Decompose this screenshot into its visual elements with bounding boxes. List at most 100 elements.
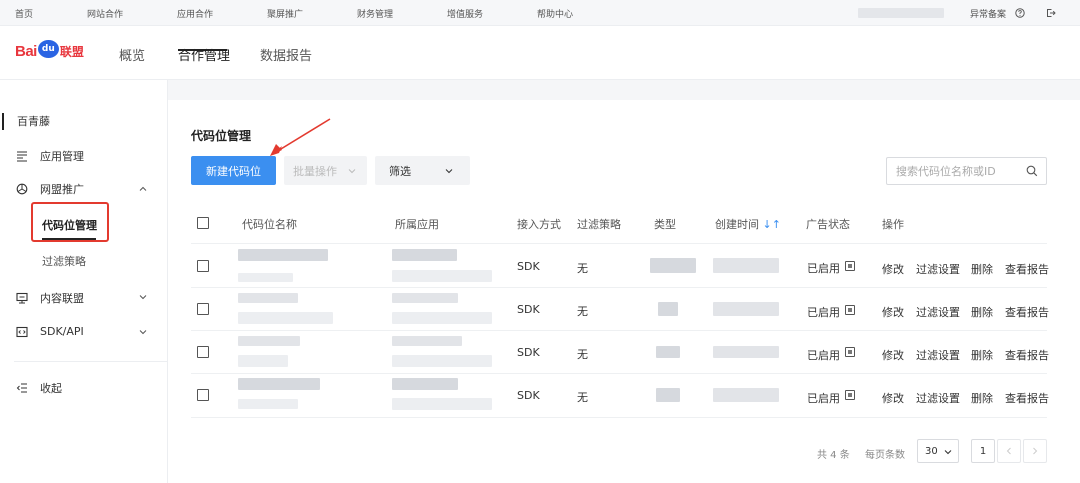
filter-settings-link[interactable]: 过滤设置 [916,347,960,363]
chevron-down-icon [445,169,453,174]
new-adslot-button[interactable]: 新建代码位 [191,156,276,185]
row-checkbox[interactable] [197,260,209,272]
col-header-app: 所属应用 [395,218,439,231]
sidebar-item-app-management[interactable]: 应用管理 [16,148,84,164]
delete-link[interactable]: 删除 [971,390,993,406]
chevron-down-icon [944,450,952,455]
app-id-blurred [392,398,492,410]
top-nav-app[interactable]: 应用合作 [177,7,213,20]
adslot-id-blurred [238,312,333,324]
sidebar-item-content-union[interactable]: 内容联盟 [16,290,84,306]
account-name-blurred[interactable] [858,8,944,18]
status-detail-icon[interactable] [845,390,855,400]
sidebar-subitem-filter-strategy[interactable]: 过滤策略 [42,253,86,269]
filter-settings-link[interactable]: 过滤设置 [916,261,960,277]
sidebar-item-network-promo[interactable]: 网盟推广 [16,181,84,197]
sidebar-item-label: SDK/API [40,325,84,338]
batch-operation-button[interactable]: 批量操作 [284,156,367,185]
row-divider [191,243,1047,244]
app-name-blurred [392,378,458,390]
edit-link[interactable]: 修改 [882,347,904,363]
top-nav-finance[interactable]: 财务管理 [357,7,393,20]
top-nav-valueadded[interactable]: 增值服务 [447,7,483,20]
delete-link[interactable]: 删除 [971,347,993,363]
type-blurred [656,346,680,358]
page-title: 代码位管理 [191,129,252,143]
edit-link[interactable]: 修改 [882,261,904,277]
top-nav-help[interactable]: 帮助中心 [537,7,573,20]
sidebar-collapse-button[interactable]: 收起 [16,380,62,396]
sidebar-item-sdk-api[interactable]: SDK/API [16,325,84,338]
help-icon[interactable] [1015,8,1025,18]
logo-union-text: 联盟 [59,44,84,59]
sort-icon[interactable]: ↓↑ [763,218,781,231]
per-page-label: 每页条数 [865,450,905,461]
tab-data-report[interactable]: 数据报告 [260,45,312,64]
edit-link[interactable]: 修改 [882,390,904,406]
status-detail-icon[interactable] [845,305,855,315]
sidebar-brand: 百青藤 [17,115,50,128]
edit-link[interactable]: 修改 [882,304,904,320]
row-checkbox[interactable] [197,346,209,358]
search-input[interactable] [896,164,1026,178]
ad-status: 已启用 [807,262,840,275]
col-header-name: 代码位名称 [242,218,297,231]
adslot-name-blurred [238,249,328,261]
delete-link[interactable]: 删除 [971,261,993,277]
access-method: SDK [517,346,540,359]
prev-page-button[interactable] [997,439,1021,463]
ad-status: 已启用 [807,392,840,405]
row-checkbox[interactable] [197,303,209,315]
access-method: SDK [517,303,540,316]
search-box [886,157,1047,185]
baidu-union-logo[interactable]: Bai du 联盟 [15,39,84,63]
row-divider [191,373,1047,374]
page-1-button[interactable]: 1 [971,439,995,463]
logo-bai-text: Bai [15,42,37,60]
sidebar: 百青藤 应用管理 网盟推广 代码位管理 过滤策略 内容联盟 SDK/API 收起 [0,80,168,483]
filter-strategy: 无 [577,262,588,275]
adslot-id-blurred [238,399,298,409]
active-tab-indicator [178,49,227,51]
view-report-link[interactable]: 查看报告 [1005,390,1049,406]
delete-link[interactable]: 删除 [971,304,993,320]
filter-button[interactable]: 筛选 [375,156,470,185]
logout-icon[interactable] [1046,8,1056,18]
created-time-blurred [713,258,779,273]
status-detail-icon[interactable] [845,347,855,357]
chevron-down-icon[interactable] [138,292,148,302]
logo-paw-icon: du [37,40,59,58]
top-nav-website[interactable]: 网站合作 [87,7,123,20]
view-report-link[interactable]: 查看报告 [1005,347,1049,363]
tab-cooperation[interactable]: 合作管理 [178,45,230,64]
chevron-up-icon[interactable] [138,184,148,194]
col-header-created[interactable]: 创建时间 ↓↑ [715,216,781,232]
per-page-select[interactable]: 30 [917,439,959,463]
filter-settings-link[interactable]: 过滤设置 [916,390,960,406]
row-divider [191,287,1047,288]
abnormal-filing-link[interactable]: 异常备案 [970,7,1006,20]
app-id-blurred [392,312,492,324]
sidebar-item-label: 网盟推广 [40,183,84,196]
content-icon [16,292,28,304]
view-report-link[interactable]: 查看报告 [1005,304,1049,320]
adslot-name-blurred [238,336,300,346]
row-checkbox[interactable] [197,389,209,401]
adslot-id-blurred [238,355,288,367]
status-detail-icon[interactable] [845,261,855,271]
next-page-button[interactable] [1023,439,1047,463]
tab-overview[interactable]: 概览 [119,45,145,64]
chevron-down-icon[interactable] [138,327,148,337]
target-icon [16,183,28,195]
app-id-blurred [392,355,492,367]
top-nav-screen[interactable]: 聚屏推广 [267,7,303,20]
collapse-icon [16,383,27,393]
search-icon[interactable] [1026,165,1038,177]
view-report-link[interactable]: 查看报告 [1005,261,1049,277]
top-nav-home[interactable]: 首页 [15,7,33,20]
pagination-total: 共 4 条 [817,450,850,461]
sidebar-item-label: 应用管理 [40,150,84,163]
col-header-actions: 操作 [882,218,904,231]
select-all-checkbox[interactable] [197,217,209,229]
filter-settings-link[interactable]: 过滤设置 [916,304,960,320]
